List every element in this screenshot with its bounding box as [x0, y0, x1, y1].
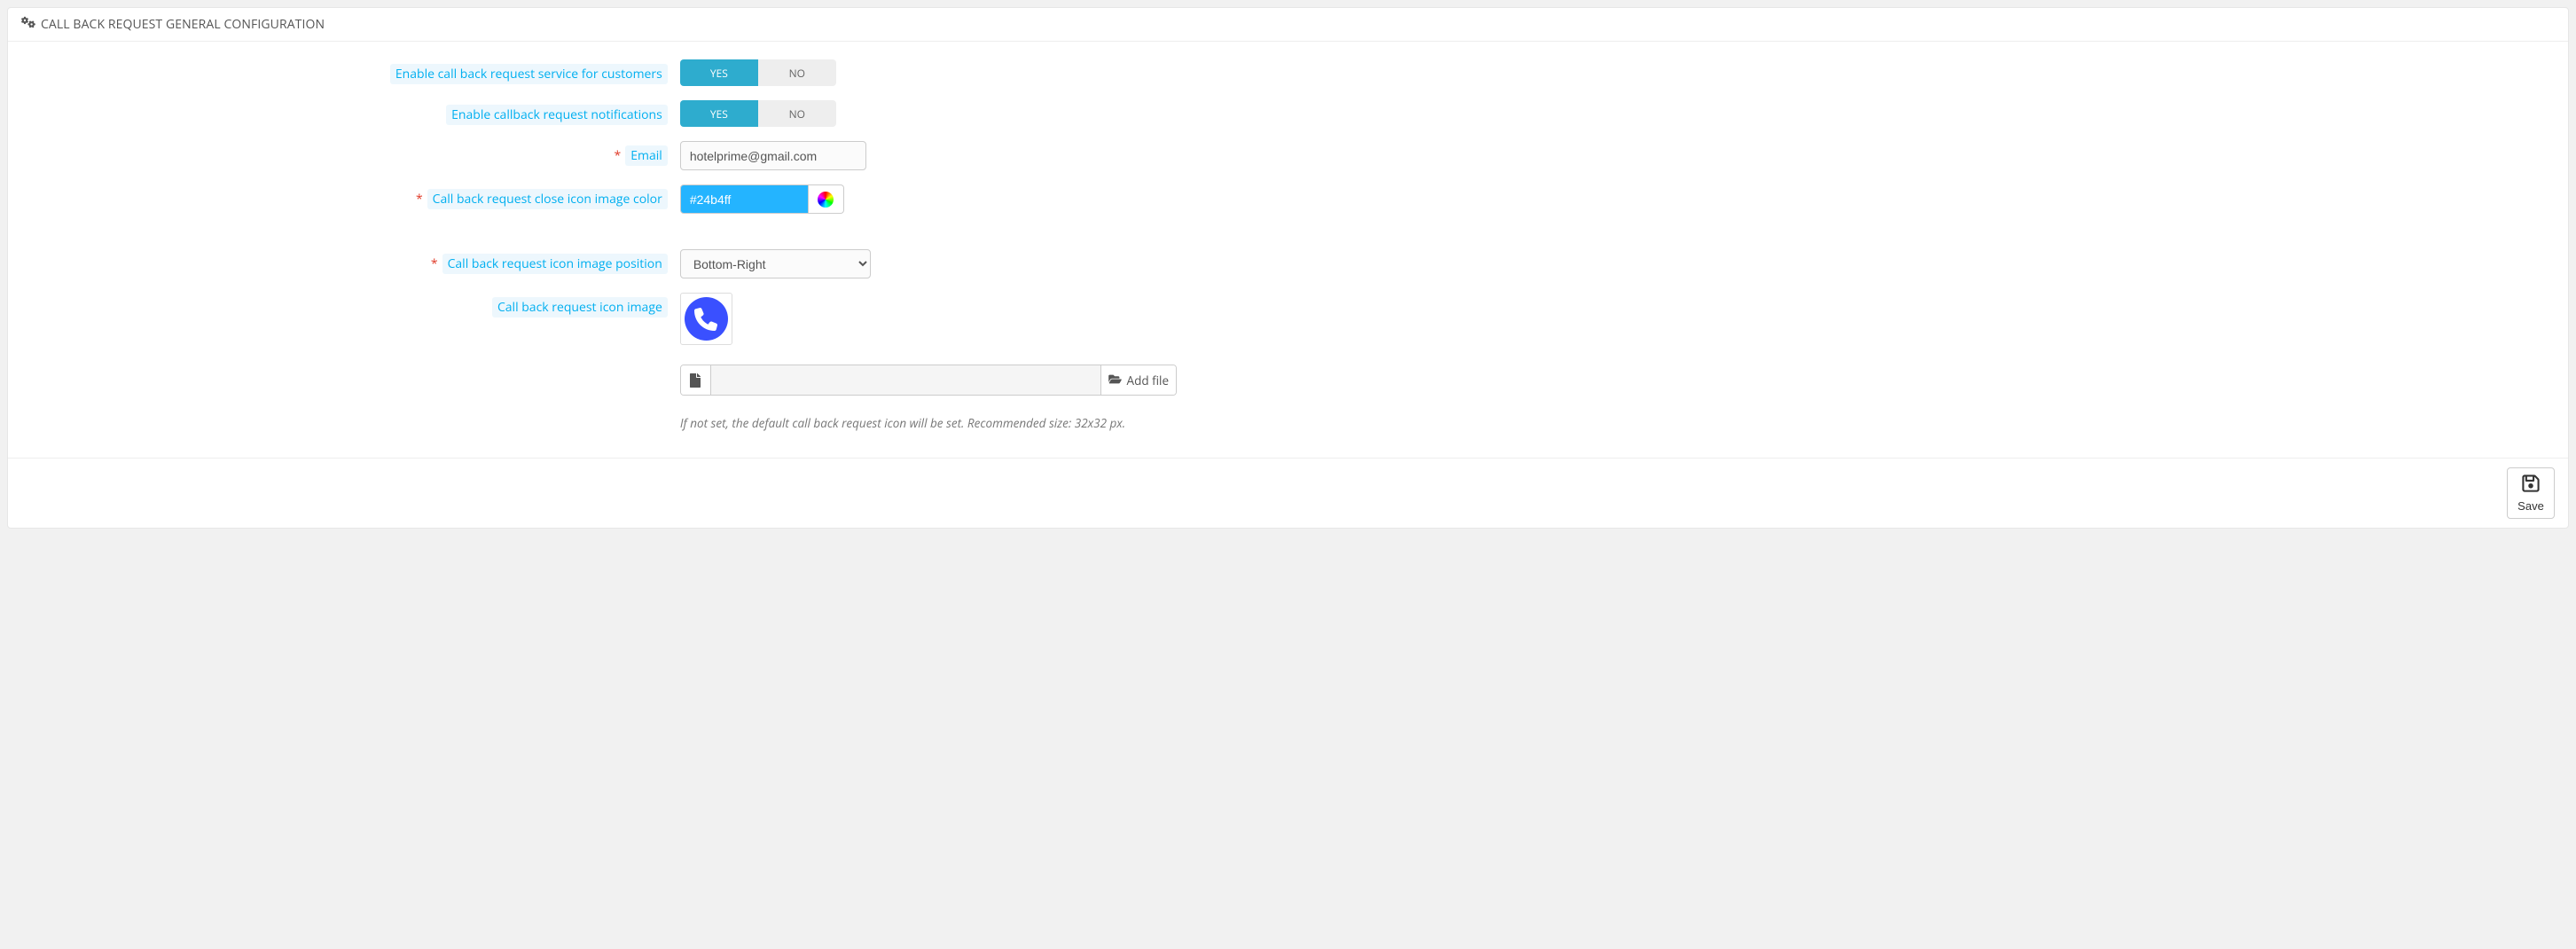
folder-open-icon: [1108, 373, 1122, 388]
toggle-enable-notifications[interactable]: YES NO: [680, 100, 836, 127]
icon-image-help-text: If not set, the default call back reques…: [680, 415, 1125, 431]
label-icon-position: *Call back request icon image position: [21, 249, 680, 274]
color-picker-button[interactable]: [809, 184, 844, 214]
save-button[interactable]: Save: [2507, 467, 2555, 519]
panel-heading: CALL BACK REQUEST GENERAL CONFIGURATION: [8, 8, 2568, 42]
row-enable-service: Enable call back request service for cus…: [21, 59, 2555, 86]
label-icon-image: Call back request icon image: [21, 293, 680, 318]
email-input[interactable]: [680, 141, 866, 170]
close-icon-color-input[interactable]: [680, 184, 809, 214]
file-picker: Add file: [680, 365, 1177, 396]
file-name-display: [711, 365, 1100, 395]
add-file-button[interactable]: Add file: [1100, 365, 1176, 395]
panel-title: CALL BACK REQUEST GENERAL CONFIGURATION: [41, 16, 325, 33]
gears-icon: [21, 15, 35, 34]
row-email: *Email: [21, 141, 2555, 170]
row-icon-position: *Call back request icon image position B…: [21, 249, 2555, 278]
toggle-enable-service-no[interactable]: NO: [758, 59, 836, 86]
save-icon: [2521, 474, 2541, 496]
file-icon: [681, 365, 711, 395]
toggle-enable-notifications-yes[interactable]: YES: [680, 100, 758, 127]
icon-position-select[interactable]: Bottom-Right: [680, 249, 871, 278]
row-enable-notifications: Enable callback request notifications YE…: [21, 100, 2555, 127]
panel-footer: Save: [8, 458, 2568, 528]
label-enable-service: Enable call back request service for cus…: [21, 59, 680, 84]
icon-image-preview: [680, 293, 732, 345]
color-wheel-icon: [818, 192, 834, 208]
config-panel: CALL BACK REQUEST GENERAL CONFIGURATION …: [7, 7, 2569, 529]
label-close-icon-color: *Call back request close icon image colo…: [21, 184, 680, 209]
toggle-enable-service[interactable]: YES NO: [680, 59, 836, 86]
row-close-icon-color: *Call back request close icon image colo…: [21, 184, 2555, 214]
row-icon-file: Add file If not set, the default call ba…: [21, 365, 2555, 431]
row-icon-image: Call back request icon image: [21, 293, 2555, 345]
label-email: *Email: [21, 141, 680, 166]
toggle-enable-service-yes[interactable]: YES: [680, 59, 758, 86]
phone-icon: [685, 297, 728, 341]
panel-body: Enable call back request service for cus…: [8, 42, 2568, 458]
label-enable-notifications: Enable callback request notifications: [21, 100, 680, 125]
toggle-enable-notifications-no[interactable]: NO: [758, 100, 836, 127]
